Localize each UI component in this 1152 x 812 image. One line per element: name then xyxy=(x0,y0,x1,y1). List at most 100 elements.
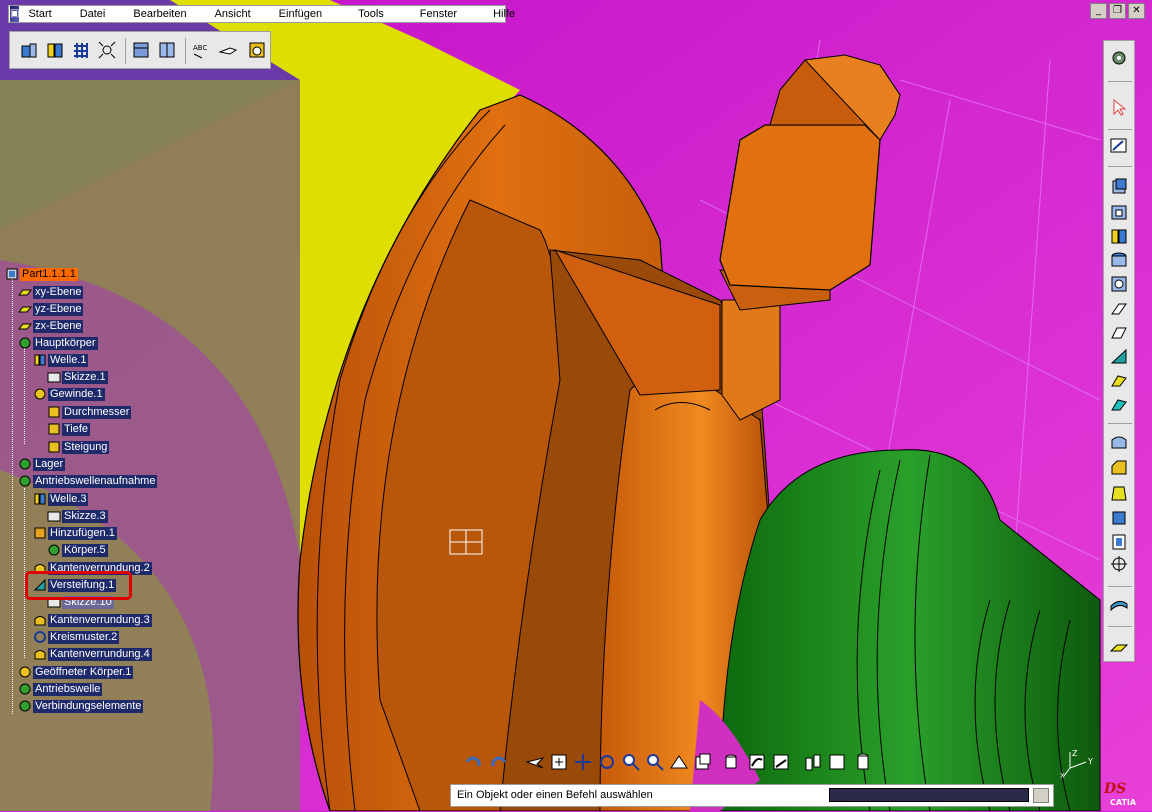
groove-icon[interactable] xyxy=(1108,273,1130,295)
rib-icon[interactable] xyxy=(1108,297,1130,319)
tree-node-skizze-3[interactable]: Skizze.3 xyxy=(47,509,108,523)
thread-icon[interactable] xyxy=(1108,553,1130,575)
tree-node-label: Steigung xyxy=(62,440,110,454)
app-icon[interactable]: ▣ xyxy=(10,6,20,22)
tree-node-antriebswelle[interactable]: Antriebswelle xyxy=(18,682,103,696)
tree-node-verbindungselemente[interactable]: Verbindungselemente xyxy=(18,699,144,713)
tree-node-label: Durchmesser xyxy=(62,405,132,419)
edge-fillet-icon[interactable] xyxy=(1108,431,1130,453)
redo-icon[interactable] xyxy=(488,751,510,773)
tree-node-label: Skizze.3 xyxy=(62,509,108,523)
select-arrow-icon[interactable] xyxy=(1108,96,1130,118)
hole-icon[interactable] xyxy=(1108,249,1130,271)
tree-node-xy-plane[interactable]: xy-Ebene xyxy=(18,285,84,299)
tree-node-part[interactable]: Part1.1.1.1 xyxy=(5,267,78,281)
slot-icon[interactable] xyxy=(1108,321,1130,343)
tree-node-welle-1[interactable]: Welle.1 xyxy=(33,353,89,367)
zoom-in-icon[interactable] xyxy=(620,751,642,773)
draft-icon[interactable] xyxy=(1108,483,1130,505)
tree-node-geoeffneter-koerper[interactable]: Geöffneter Körper.1 xyxy=(18,665,134,679)
shading-icon[interactable] xyxy=(746,751,768,773)
tree-node-antriebswellenaufnahme[interactable]: Antriebswellenaufnahme xyxy=(18,474,158,488)
remove-loft-icon[interactable] xyxy=(1108,393,1130,415)
normal-view-icon[interactable] xyxy=(668,751,690,773)
zoom-out-icon[interactable] xyxy=(644,751,666,773)
gear-icon[interactable] xyxy=(1108,47,1130,69)
plane-tool-icon[interactable] xyxy=(1108,636,1130,658)
tree-node-hinzufuegen-1[interactable]: Hinzufügen.1 xyxy=(33,526,117,540)
thickness-icon[interactable] xyxy=(1108,531,1130,553)
tree-node-tiefe[interactable]: Tiefe xyxy=(47,422,91,436)
right-toolbar xyxy=(1103,40,1135,662)
menu-tools[interactable]: Tools xyxy=(355,8,387,20)
svg-text:ABC: ABC xyxy=(193,44,207,52)
minimize-button[interactable]: _ xyxy=(1090,3,1107,19)
add-icon xyxy=(33,526,47,540)
undo-icon[interactable] xyxy=(462,751,484,773)
catalog-icon[interactable] xyxy=(130,39,152,61)
tree-node-lager[interactable]: Lager xyxy=(18,457,66,471)
tree-node-koerper-5[interactable]: Körper.5 xyxy=(47,543,108,557)
shaft-icon xyxy=(33,353,47,367)
body-icon xyxy=(18,699,32,713)
tree-node-gewinde-1[interactable]: Gewinde.1 xyxy=(33,387,105,401)
shell-icon[interactable] xyxy=(1108,507,1130,529)
table-icon[interactable] xyxy=(156,39,178,61)
pattern-icon xyxy=(33,630,47,644)
grid-icon[interactable] xyxy=(70,39,92,61)
chamfer-icon[interactable] xyxy=(1108,457,1130,479)
iso-view-icon[interactable] xyxy=(720,751,742,773)
hide-show-icon[interactable] xyxy=(770,751,792,773)
menu-start[interactable]: Start xyxy=(25,8,54,20)
tree-node-yz-plane[interactable]: yz-Ebene xyxy=(18,302,84,316)
multi-view-icon[interactable] xyxy=(692,751,714,773)
view-toolbar xyxy=(456,748,876,778)
measure-icon[interactable] xyxy=(246,39,268,61)
cylinder-icon[interactable] xyxy=(852,751,874,773)
tree-node-label: Hinzufügen.1 xyxy=(48,526,117,540)
menu-ansicht[interactable]: Ansicht xyxy=(212,8,254,20)
rotate-icon[interactable] xyxy=(596,751,618,773)
shaft-icon[interactable] xyxy=(44,39,66,61)
body-icon xyxy=(18,474,32,488)
pad-icon[interactable] xyxy=(18,39,40,61)
shaft-tool-icon[interactable] xyxy=(1108,225,1130,247)
fit-all-in-icon[interactable] xyxy=(548,751,570,773)
pocket-icon[interactable] xyxy=(1108,201,1130,223)
tree-node-label: Tiefe xyxy=(62,422,91,436)
restore-button[interactable]: ❐ xyxy=(1109,3,1126,19)
fit-all-icon[interactable] xyxy=(96,39,118,61)
text-annotation-icon[interactable]: ABC xyxy=(191,39,213,61)
body-icon xyxy=(18,336,32,350)
tree-node-welle-3[interactable]: Welle.3 xyxy=(33,492,89,506)
tree-node-kantenverrundung-3[interactable]: Kantenverrundung.3 xyxy=(33,613,152,627)
swap-visible-icon[interactable] xyxy=(802,751,824,773)
menu-datei[interactable]: Datei xyxy=(77,8,109,20)
tree-node-kreismuster-2[interactable]: Kreismuster.2 xyxy=(33,630,120,644)
menu-einfuegen[interactable]: Einfügen xyxy=(276,8,325,20)
tree-node-steigung[interactable]: Steigung xyxy=(47,440,110,454)
tree-node-zx-plane[interactable]: zx-Ebene xyxy=(18,319,84,333)
tree-node-hauptkoerper[interactable]: Hauptkörper xyxy=(18,336,98,350)
tree-node-label: Geöffneter Körper.1 xyxy=(33,665,134,679)
apply-material-icon[interactable] xyxy=(826,751,848,773)
tree-node-durchmesser[interactable]: Durchmesser xyxy=(47,405,132,419)
menu-hilfe[interactable]: Hilfe xyxy=(490,8,518,20)
tree-node-label: Welle.1 xyxy=(48,353,89,367)
tree-node-skizze-1[interactable]: Skizze.1 xyxy=(47,370,108,384)
stiffener-icon[interactable] xyxy=(1108,345,1130,367)
sketch-icon[interactable] xyxy=(1108,134,1130,156)
pad-tool-icon[interactable] xyxy=(1108,176,1130,198)
menu-bearbeiten[interactable]: Bearbeiten xyxy=(130,8,189,20)
execute-command-button[interactable] xyxy=(1033,788,1049,803)
pan-icon[interactable] xyxy=(572,751,594,773)
close-button[interactable]: ✕ xyxy=(1128,3,1145,19)
command-input[interactable] xyxy=(829,788,1029,802)
flag-note-icon[interactable] xyxy=(217,39,239,61)
tree-node-kantenverrundung-4[interactable]: Kantenverrundung.4 xyxy=(33,647,152,661)
fly-mode-icon[interactable] xyxy=(524,751,546,773)
surface-icon[interactable] xyxy=(1108,593,1130,615)
open-body-icon xyxy=(18,665,32,679)
menu-fenster[interactable]: Fenster xyxy=(417,8,460,20)
loft-icon[interactable] xyxy=(1108,369,1130,391)
